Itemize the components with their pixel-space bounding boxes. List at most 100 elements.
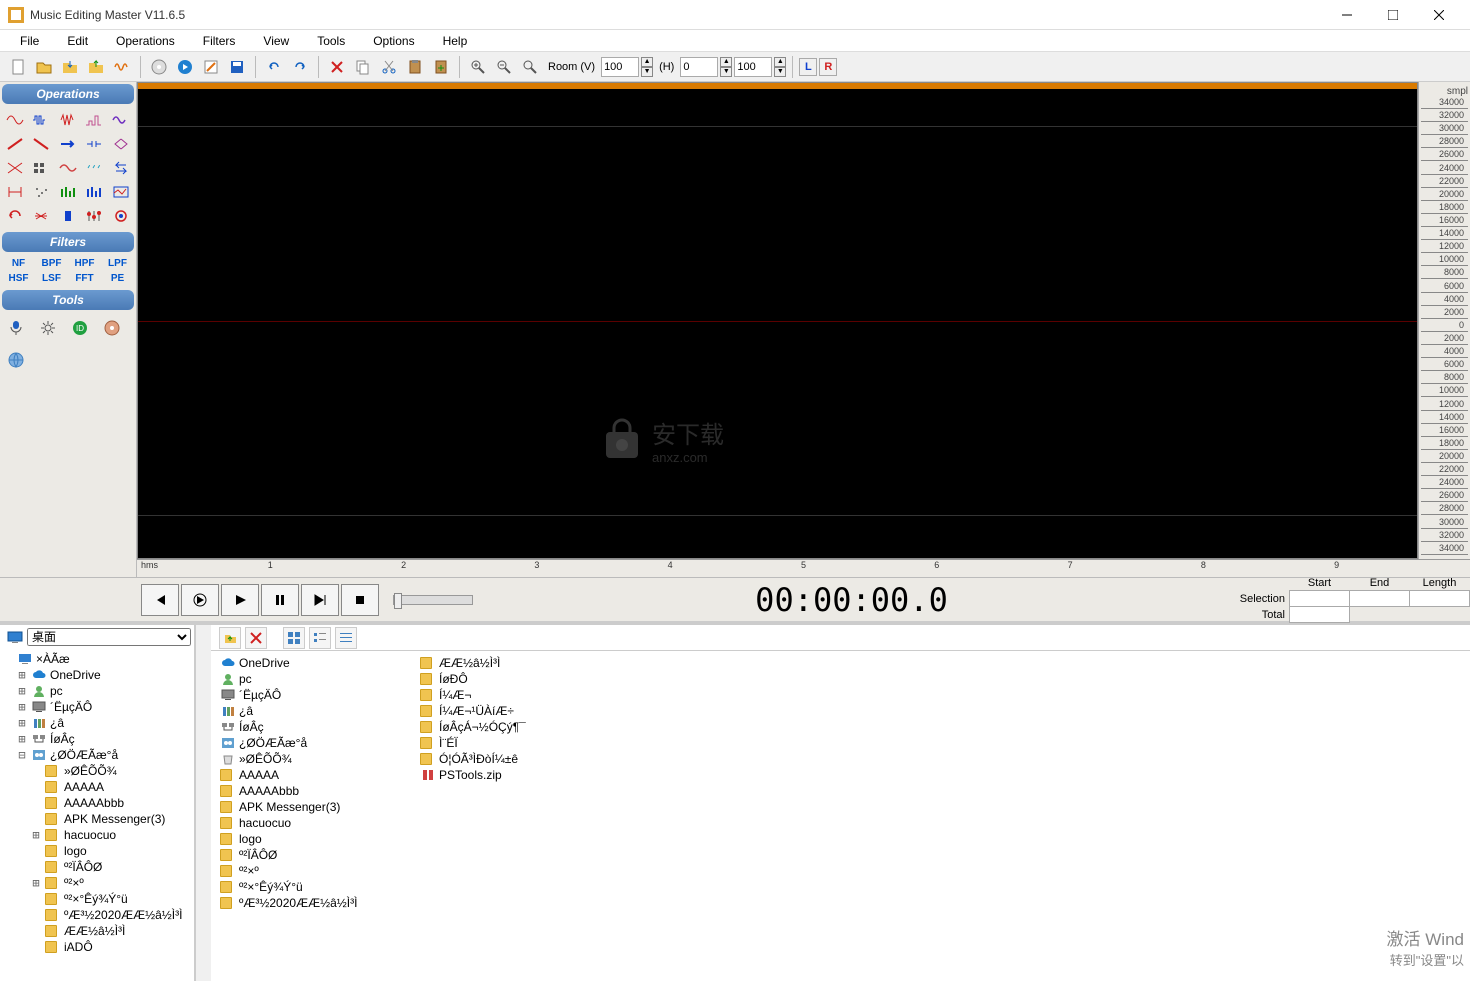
file-item[interactable]: ¿â bbox=[215, 703, 415, 719]
filter-hsf[interactable]: HSF bbox=[4, 273, 33, 284]
paste-button[interactable] bbox=[403, 55, 427, 79]
menu-help[interactable]: Help bbox=[429, 32, 482, 50]
convert-icon[interactable]: ID bbox=[70, 318, 90, 338]
tree-item[interactable]: ⊞OneDrive bbox=[2, 667, 192, 683]
tree-item[interactable]: »ØÊÕÕ¾ bbox=[2, 763, 192, 779]
open-button[interactable] bbox=[32, 55, 56, 79]
file-item[interactable]: Í¼Æ¬ bbox=[415, 687, 615, 703]
tree-item[interactable]: ⊟¿ØÖÆÃæ°å bbox=[2, 747, 192, 763]
filter-hpf[interactable]: HPF bbox=[70, 258, 99, 269]
tree-expand-icon[interactable]: ⊟ bbox=[16, 748, 28, 762]
skip-end-button[interactable] bbox=[301, 584, 339, 616]
tree-item[interactable]: ⊞¿â bbox=[2, 715, 192, 731]
tree-expand-icon[interactable]: ⊞ bbox=[16, 732, 28, 746]
tree-item[interactable]: APK Messenger(3) bbox=[2, 811, 192, 827]
tree-expand-icon[interactable]: ⊞ bbox=[30, 828, 42, 842]
op-crossfade-icon[interactable] bbox=[4, 158, 26, 178]
op-column-icon[interactable] bbox=[57, 206, 79, 226]
folder-tree[interactable]: ×ÀÃæ⊞OneDrive⊞pc⊞´ËµçÄÔ⊞¿â⊞ÍøÂç⊟¿ØÖÆÃæ°å… bbox=[0, 649, 194, 981]
op-sine-icon[interactable] bbox=[4, 110, 26, 130]
file-item[interactable]: OneDrive bbox=[215, 655, 415, 671]
op-echo-icon[interactable] bbox=[83, 158, 105, 178]
filter-bpf[interactable]: BPF bbox=[37, 258, 66, 269]
op-slider-icon[interactable] bbox=[83, 206, 105, 226]
op-pulse-icon[interactable] bbox=[83, 110, 105, 130]
menu-tools[interactable]: Tools bbox=[303, 32, 359, 50]
tree-item[interactable]: ⊞ÍøÂç bbox=[2, 731, 192, 747]
tree-item[interactable]: ⊞pc bbox=[2, 683, 192, 699]
op-spectrum-icon[interactable] bbox=[110, 182, 132, 202]
file-item[interactable]: º²×°Êý¾Ý°ü bbox=[215, 879, 415, 895]
file-list[interactable]: OneDrivepc´ËµçÄÔ¿âÍøÂç¿ØÖÆÃæ°å»ØÊÕÕ¾AAAA… bbox=[211, 651, 1470, 981]
gear-icon[interactable] bbox=[38, 318, 58, 338]
redo-button[interactable] bbox=[288, 55, 312, 79]
h2-input[interactable] bbox=[734, 57, 772, 77]
room-v-input[interactable] bbox=[601, 57, 639, 77]
file-item[interactable]: ¿ØÖÆÃæ°å bbox=[215, 735, 415, 751]
tree-item[interactable]: ⊞º²×º bbox=[2, 875, 192, 891]
file-item[interactable]: APK Messenger(3) bbox=[215, 799, 415, 815]
tree-item[interactable]: º²ÏÂÔØ bbox=[2, 859, 192, 875]
op-circle-icon[interactable] bbox=[110, 206, 132, 226]
file-item[interactable]: ÍøÐÔ bbox=[415, 671, 615, 687]
op-stretch-icon[interactable] bbox=[4, 182, 26, 202]
menu-file[interactable]: File bbox=[6, 32, 53, 50]
play-disc-icon[interactable] bbox=[173, 55, 197, 79]
op-noise-icon[interactable] bbox=[30, 182, 52, 202]
tree-expand-icon[interactable]: ⊞ bbox=[16, 700, 28, 714]
save-button[interactable] bbox=[225, 55, 249, 79]
menu-operations[interactable]: Operations bbox=[102, 32, 189, 50]
op-reverse-icon[interactable] bbox=[110, 158, 132, 178]
tree-expand-icon[interactable]: ⊞ bbox=[30, 876, 42, 890]
menu-edit[interactable]: Edit bbox=[53, 32, 102, 50]
file-item[interactable]: PSTools.zip bbox=[415, 767, 615, 783]
tree-item[interactable]: iADÔ bbox=[2, 939, 192, 955]
delete-button[interactable] bbox=[325, 55, 349, 79]
maximize-button[interactable] bbox=[1370, 0, 1416, 30]
tree-item[interactable]: ÆÆ½â½Ì³Ì bbox=[2, 923, 192, 939]
op-radiate-icon[interactable] bbox=[30, 206, 52, 226]
tree-item[interactable]: ⊞hacuocuo bbox=[2, 827, 192, 843]
left-channel-button[interactable]: L bbox=[799, 58, 817, 76]
tree-expand-icon[interactable]: ⊞ bbox=[16, 684, 28, 698]
view-large-icons-button[interactable] bbox=[283, 627, 305, 649]
h-input[interactable] bbox=[680, 57, 718, 77]
microphone-icon[interactable] bbox=[6, 318, 26, 338]
location-dropdown[interactable]: 桌面 bbox=[27, 628, 191, 646]
delete-file-button[interactable] bbox=[245, 627, 267, 649]
file-item[interactable]: ÍøÂç bbox=[215, 719, 415, 735]
room-v-spinner[interactable]: ▲▼ bbox=[641, 57, 653, 77]
op-burst-icon[interactable] bbox=[57, 110, 79, 130]
tree-item[interactable]: ×ÀÃæ bbox=[2, 651, 192, 667]
new-button[interactable] bbox=[6, 55, 30, 79]
paste-mix-button[interactable] bbox=[429, 55, 453, 79]
copy-button[interactable] bbox=[351, 55, 375, 79]
tree-item[interactable]: AAAAAbbb bbox=[2, 795, 192, 811]
op-arrow-right-icon[interactable] bbox=[57, 134, 79, 154]
file-item[interactable]: AAAAA bbox=[215, 767, 415, 783]
export-button[interactable] bbox=[84, 55, 108, 79]
op-compress-icon[interactable] bbox=[83, 134, 105, 154]
op-undo2-icon[interactable] bbox=[4, 206, 26, 226]
view-small-icons-button[interactable] bbox=[309, 627, 331, 649]
tree-item[interactable]: º²×°Êý¾Ý°ü bbox=[2, 891, 192, 907]
waveform-canvas[interactable] bbox=[137, 82, 1418, 559]
file-item[interactable]: Ó¦ÓÃ³ÌÐòÍ¼±ê bbox=[415, 751, 615, 767]
op-bars-icon[interactable] bbox=[57, 182, 79, 202]
time-ruler[interactable]: hms 123456789 bbox=[137, 559, 1470, 577]
tree-item[interactable]: ⊞´ËµçÄÔ bbox=[2, 699, 192, 715]
file-item[interactable]: ÆÆ½â½Ì³Ì bbox=[415, 655, 615, 671]
op-wave-icon[interactable] bbox=[30, 110, 52, 130]
tree-expand-icon[interactable]: ⊞ bbox=[16, 668, 28, 682]
filter-nf[interactable]: NF bbox=[4, 258, 33, 269]
file-item[interactable]: ÍøÂçÁ¬½ÓÇý¶¯ bbox=[415, 719, 615, 735]
globe-icon[interactable] bbox=[6, 350, 26, 370]
filter-lsf[interactable]: LSF bbox=[37, 273, 66, 284]
op-expand-icon[interactable] bbox=[110, 134, 132, 154]
filter-fft[interactable]: FFT bbox=[70, 273, 99, 284]
pause-button[interactable] bbox=[261, 584, 299, 616]
close-button[interactable] bbox=[1416, 0, 1462, 30]
view-list-button[interactable] bbox=[335, 627, 357, 649]
undo-button[interactable] bbox=[262, 55, 286, 79]
file-item[interactable]: pc bbox=[215, 671, 415, 687]
